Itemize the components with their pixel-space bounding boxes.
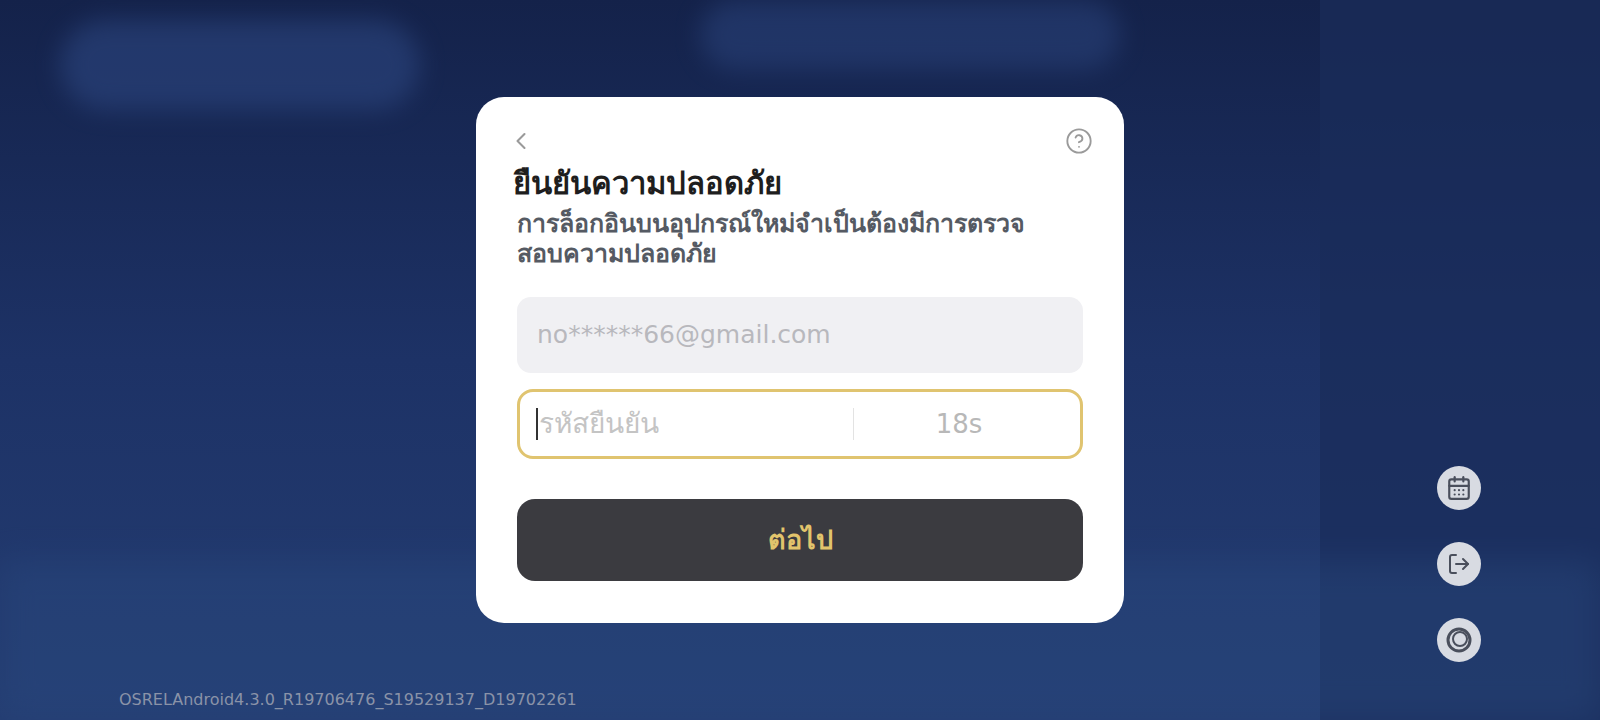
code-field[interactable]: รหัสยืนยัน 18s (517, 389, 1083, 459)
code-placeholder: รหัสยืนยัน (539, 403, 659, 445)
logout-icon (1447, 552, 1471, 576)
login-screen: ยืนยันความปลอดภัยการล็อกอินบนอุปกรณ์ใหม่… (0, 0, 1600, 720)
side-buttons (1437, 466, 1481, 662)
calendar-icon (1446, 475, 1472, 501)
dialog-subtitle: การล็อกอินบนอุปกรณ์ใหม่จำเป็นต้องมีการตร… (517, 209, 1037, 269)
text-cursor (536, 408, 538, 440)
email-field: no******66@gmail.com (517, 297, 1083, 373)
notice-button[interactable] (1437, 466, 1481, 510)
camera-button[interactable] (1437, 618, 1481, 662)
help-icon[interactable] (1065, 127, 1093, 155)
logout-button[interactable] (1437, 542, 1481, 586)
dialog-title: ยืนยันความปลอดภัย (513, 163, 1083, 203)
countdown: 18s (854, 405, 1064, 444)
lens-icon (1445, 626, 1473, 654)
back-icon[interactable] (507, 127, 535, 155)
next-button[interactable]: ต่อไป (517, 499, 1083, 581)
version-label: OSRELAndroid4.3.0_R19706476_S19529137_D1… (119, 688, 577, 712)
security-dialog: ยืนยันความปลอดภัยการล็อกอินบนอุปกรณ์ใหม่… (476, 97, 1124, 623)
dialog-header (507, 127, 1093, 155)
